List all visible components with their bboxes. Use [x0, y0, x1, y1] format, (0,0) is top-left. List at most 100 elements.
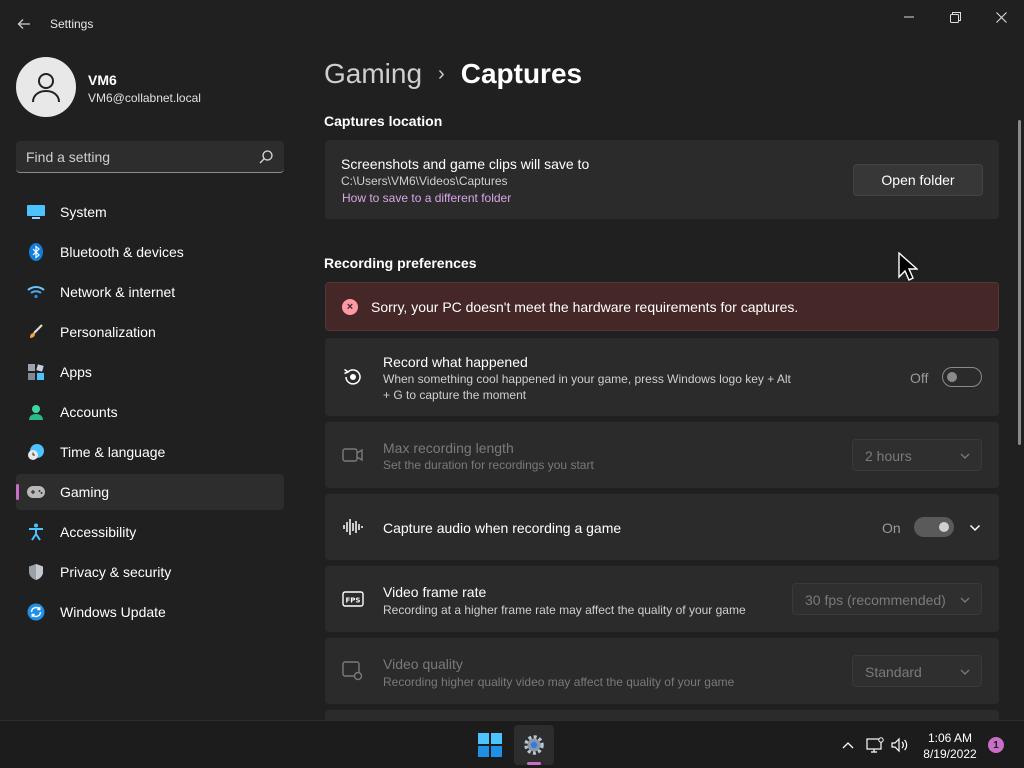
sidebar-item-label: System: [60, 204, 107, 220]
capture-audio-toggle-state: On: [882, 520, 901, 536]
video-quality-desc: Recording higher quality video may affec…: [383, 675, 735, 689]
sidebar-item-accounts[interactable]: Accounts: [16, 394, 284, 430]
clock-time[interactable]: 1:06 AM: [922, 731, 978, 745]
svg-text:FPS: FPS: [346, 597, 361, 605]
user-email: VM6@collabnet.local: [88, 91, 201, 105]
mouse-cursor-icon: [898, 252, 918, 281]
taskbar-settings-app[interactable]: [514, 725, 554, 765]
error-icon: ×: [342, 299, 358, 315]
sidebar-item-label: Network & internet: [60, 284, 176, 300]
user-name: VM6: [88, 72, 117, 88]
running-app-indicator: [527, 762, 541, 765]
video-quality-card: Video quality Recording higher quality v…: [325, 638, 999, 704]
sidebar-item-gaming[interactable]: Gaming: [16, 474, 284, 510]
update-icon: [26, 602, 46, 622]
network-tray-icon[interactable]: [865, 735, 885, 755]
sidebar-item-label: Bluetooth & devices: [60, 244, 184, 260]
record-what-happened-title: Record what happened: [383, 354, 528, 370]
person-icon: [32, 73, 60, 103]
video-settings-icon: [342, 660, 364, 682]
max-recording-length-dropdown[interactable]: 2 hours: [852, 439, 982, 471]
toggle-knob: [939, 522, 949, 532]
minimize-icon: [904, 16, 914, 18]
fps-icon: FPS: [342, 588, 364, 610]
sidebar-item-network[interactable]: Network & internet: [16, 274, 284, 310]
sidebar-item-label: Accounts: [60, 404, 118, 420]
notification-badge[interactable]: 1: [988, 737, 1004, 753]
sidebar-item-time-language[interactable]: Time & language: [16, 434, 284, 470]
app-title: Settings: [50, 17, 94, 31]
start-button[interactable]: [470, 725, 510, 765]
record-what-happened-desc-line2: + G to capture the moment: [383, 388, 527, 402]
sidebar-item-label: Accessibility: [60, 524, 137, 540]
clock-date[interactable]: 8/19/2022: [922, 747, 978, 761]
sidebar-item-system[interactable]: System: [16, 194, 284, 230]
dropdown-value: 30 fps (recommended): [805, 592, 946, 608]
avatar[interactable]: [16, 57, 76, 117]
brush-icon: [26, 322, 46, 342]
section-title-recording: Recording preferences: [324, 255, 477, 271]
error-message: Sorry, your PC doesn't meet the hardware…: [371, 299, 799, 315]
speaker-icon: [891, 737, 908, 753]
gear-icon: [524, 735, 544, 755]
scrollbar[interactable]: [1018, 120, 1021, 445]
back-button[interactable]: [10, 10, 38, 38]
chevron-up-icon: [842, 742, 854, 749]
captures-location-card: Screenshots and game clips will save to …: [325, 140, 999, 219]
sidebar-item-accessibility[interactable]: Accessibility: [16, 514, 284, 550]
sidebar-item-personalization[interactable]: Personalization: [16, 314, 284, 350]
record-what-happened-desc-line1: When something cool happened in your gam…: [383, 372, 791, 386]
volume-tray-icon[interactable]: [890, 735, 910, 755]
record-what-happened-toggle[interactable]: [942, 367, 982, 387]
apps-icon: [26, 362, 46, 382]
max-recording-length-desc: Set the duration for recordings you star…: [383, 458, 594, 472]
sidebar-item-privacy[interactable]: Privacy & security: [16, 554, 284, 590]
bluetooth-icon: [26, 242, 46, 262]
capture-audio-card[interactable]: Capture audio when recording a game On: [325, 494, 999, 560]
close-button[interactable]: [978, 4, 1024, 30]
video-quality-title: Video quality: [383, 656, 463, 672]
show-hidden-icons-button[interactable]: [838, 735, 858, 755]
sidebar-item-label: Time & language: [60, 444, 166, 460]
dropdown-value: Standard: [865, 664, 922, 680]
sidebar-item-label: Personalization: [60, 324, 156, 340]
search-box[interactable]: [16, 141, 284, 173]
chevron-down-icon: [960, 597, 970, 603]
sidebar-nav: System Bluetooth & devices Network & int…: [16, 194, 284, 634]
sidebar-item-windows-update[interactable]: Windows Update: [16, 594, 284, 630]
record-toggle-state: Off: [910, 370, 929, 386]
search-icon[interactable]: [258, 149, 274, 165]
breadcrumb-parent[interactable]: Gaming: [324, 58, 422, 90]
wifi-icon: [26, 282, 46, 302]
section-title-captures-location: Captures location: [324, 113, 443, 129]
breadcrumb-separator: ›: [438, 62, 445, 85]
open-folder-button[interactable]: Open folder: [853, 164, 983, 196]
video-camera-icon: [342, 444, 364, 466]
person-icon: [26, 402, 46, 422]
capture-audio-title: Capture audio when recording a game: [383, 520, 622, 536]
video-frame-rate-dropdown[interactable]: 30 fps (recommended): [792, 583, 982, 615]
network-icon: [866, 737, 884, 753]
next-setting-card: [325, 710, 999, 720]
page-title: Captures: [460, 58, 583, 89]
search-input[interactable]: [26, 141, 251, 172]
title-bar: Settings: [0, 0, 1024, 48]
change-folder-link[interactable]: How to save to a different folder: [342, 191, 511, 205]
capture-audio-toggle[interactable]: [914, 517, 954, 537]
sidebar-item-label: Privacy & security: [60, 564, 172, 580]
video-quality-dropdown[interactable]: Standard: [852, 655, 982, 687]
captures-location-title: Screenshots and game clips will save to: [341, 156, 590, 172]
captures-path: C:\Users\VM6\Videos\Captures: [341, 174, 508, 188]
max-recording-length-card: Max recording length Set the duration fo…: [325, 422, 999, 488]
back-arrow-icon: [17, 19, 30, 29]
minimize-button[interactable]: [886, 4, 932, 30]
restore-button[interactable]: [932, 4, 978, 30]
sidebar-item-apps[interactable]: Apps: [16, 354, 284, 390]
chevron-down-icon[interactable]: [969, 522, 981, 534]
sidebar-item-bluetooth[interactable]: Bluetooth & devices: [16, 234, 284, 270]
dropdown-value: 2 hours: [865, 448, 912, 464]
sidebar-item-label: Gaming: [60, 484, 110, 500]
system-icon: [26, 202, 46, 222]
record-what-happened-card: Record what happened When something cool…: [325, 338, 999, 416]
audio-wave-icon: [342, 516, 364, 538]
